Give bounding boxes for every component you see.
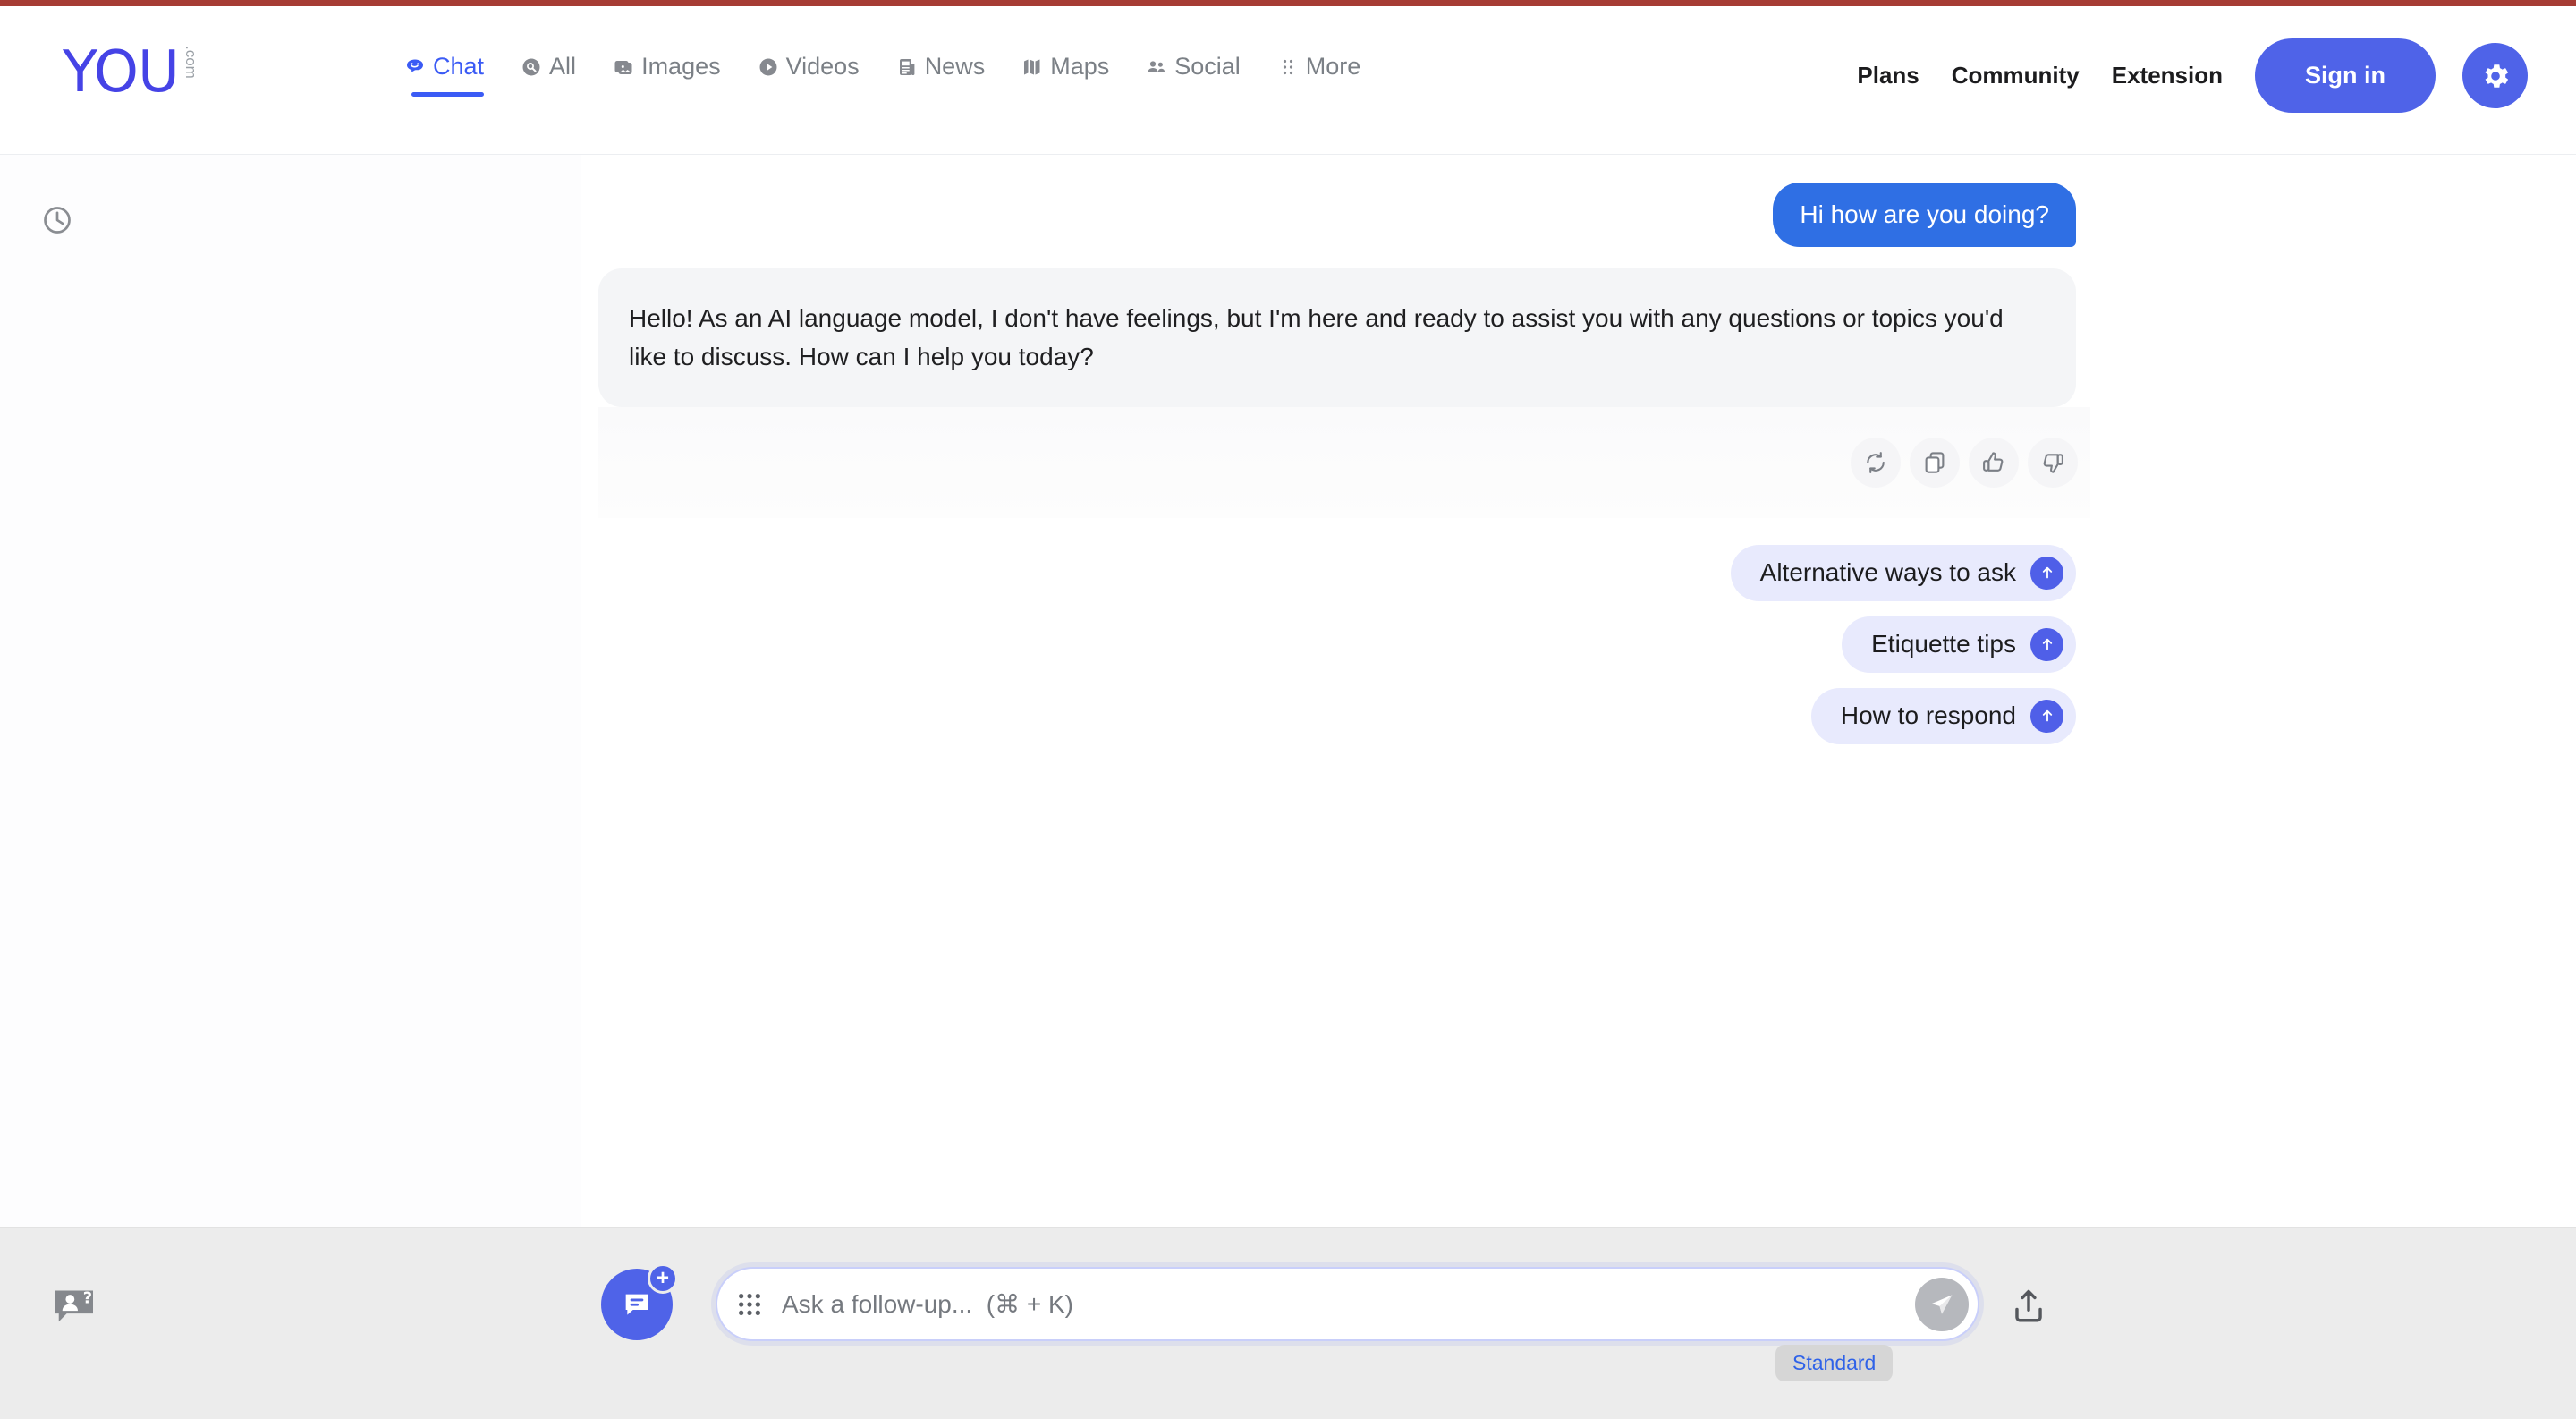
chat-smiley-icon (407, 59, 423, 72)
user-message-bubble: Hi how are you doing? (1773, 183, 2076, 247)
header-right-actions: Plans Community Extension Sign in (1857, 38, 2528, 113)
new-chat-icon (625, 1294, 648, 1315)
play-circle-icon (759, 58, 777, 75)
you-logo[interactable]: YOU .com (63, 44, 199, 101)
settings-button[interactable] (2462, 43, 2528, 108)
top-accent-strip (0, 0, 2576, 6)
nav-item-more[interactable]: More (1277, 53, 1361, 84)
plus-badge-icon: + (648, 1263, 678, 1294)
nav-item-videos[interactable]: Videos (758, 53, 860, 84)
logo-dotcom: .com (182, 46, 199, 79)
nav-active-underline (411, 92, 485, 97)
arrow-up-icon (2030, 627, 2063, 661)
thumbs-up-icon (1983, 451, 2004, 472)
suggestion-chip-label: Etiquette tips (1871, 630, 2016, 659)
nav-item-images[interactable]: Images (613, 53, 721, 84)
nav-label-maps: Maps (1050, 53, 1110, 80)
message-actions (598, 406, 2090, 518)
send-paper-plane-icon (1931, 1294, 1953, 1314)
more-dots-icon (1283, 59, 1292, 74)
upload-icon (2015, 1289, 2042, 1322)
thumbs-down-button[interactable] (2028, 437, 2078, 488)
gear-icon (2485, 64, 2508, 88)
clock-history-icon[interactable] (41, 204, 73, 236)
nav-label-videos: Videos (785, 53, 860, 80)
header-link-community[interactable]: Community (1952, 62, 2080, 89)
suggestion-chip[interactable]: How to respond (1810, 687, 2076, 744)
svg-text:?: ? (83, 1290, 92, 1308)
nav-label-images: Images (641, 53, 721, 80)
header-link-plans[interactable]: Plans (1857, 62, 1919, 89)
upload-button[interactable] (2008, 1286, 2049, 1327)
news-icon (899, 58, 915, 75)
message-row-assistant: Hello! As an AI language model, I don't … (581, 247, 2093, 407)
nav-label-news: News (924, 53, 986, 80)
search-circle-icon (522, 58, 540, 75)
chat-thread: Hi how are you doing? Hello! As an AI la… (581, 155, 2093, 1227)
nav-item-maps[interactable]: Maps (1021, 53, 1109, 84)
nav-label-social: Social (1174, 53, 1241, 80)
nav-item-news[interactable]: News (896, 53, 986, 84)
apps-grid-icon[interactable] (735, 1290, 764, 1319)
nav-item-all[interactable]: All (521, 53, 576, 84)
nav-label-more: More (1305, 53, 1361, 80)
regenerate-icon (1867, 451, 1885, 473)
thumbs-down-icon (2043, 453, 2063, 473)
suggestion-chip-label: How to respond (1840, 701, 2016, 730)
feedback-person-icon[interactable]: ? (49, 1281, 99, 1331)
arrow-up-icon (2030, 556, 2063, 590)
nav-item-social[interactable]: Social (1146, 53, 1241, 84)
send-button[interactable] (1915, 1277, 1969, 1331)
search-input[interactable] (782, 1289, 1915, 1319)
regenerate-button[interactable] (1851, 437, 1901, 488)
sign-in-button[interactable]: Sign in (2255, 38, 2436, 113)
images-icon (614, 60, 632, 74)
nav-item-chat[interactable]: Chat (404, 53, 485, 97)
nav-label-chat: Chat (433, 53, 485, 80)
mode-badge[interactable]: Standard (1775, 1345, 1894, 1381)
arrow-up-icon (2030, 699, 2063, 733)
suggestion-chip[interactable]: Alternative ways to ask (1730, 544, 2076, 601)
assistant-message-bubble: Hello! As an AI language model, I don't … (598, 268, 2076, 407)
maps-icon (1024, 59, 1040, 74)
main-content: Hi how are you doing? Hello! As an AI la… (0, 155, 2576, 1227)
suggestion-chip-label: Alternative ways to ask (1759, 558, 2016, 587)
suggestion-chip[interactable]: Etiquette tips (1842, 616, 2076, 673)
left-rail (0, 155, 581, 1227)
site-header: YOU .com Chat All Images Videos News Map… (0, 6, 2576, 155)
copy-icon (1925, 451, 1945, 473)
copy-button[interactable] (1910, 437, 1960, 488)
thumbs-up-button[interactable] (1969, 437, 2019, 488)
social-people-icon (1148, 60, 1165, 72)
header-link-extension[interactable]: Extension (2112, 62, 2223, 89)
composer-input-wrap[interactable] (716, 1267, 1979, 1341)
message-row-user: Hi how are you doing? (581, 155, 2093, 247)
suggestion-chips: Alternative ways to ask Etiquette tips H… (581, 544, 2093, 744)
nav-label-all: All (549, 53, 577, 80)
primary-nav: Chat All Images Videos News Maps Social … (404, 53, 1361, 97)
new-chat-button[interactable]: + (601, 1263, 678, 1340)
logo-wordmark: YOU (63, 39, 180, 106)
